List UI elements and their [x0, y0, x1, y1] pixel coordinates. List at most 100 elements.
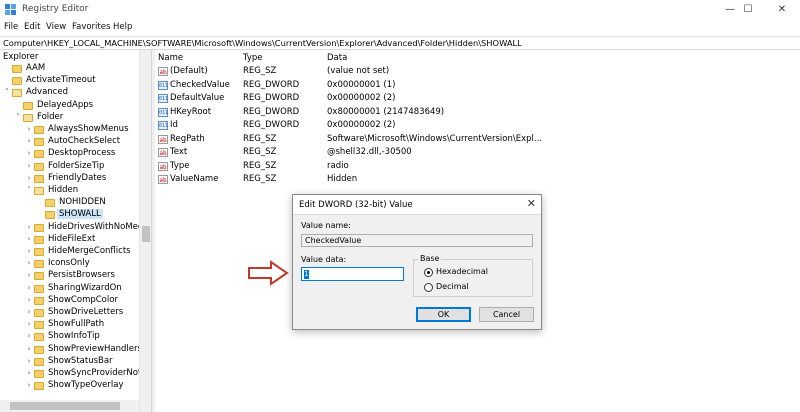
tree-node-label[interactable]: ShowPreviewHandlers: [46, 344, 144, 354]
expand-chevron-icon[interactable]: ›: [25, 174, 33, 182]
value-row[interactable]: ab RegPath REG_SZ Software\Microsoft\Window…: [155, 133, 800, 146]
value-data-input[interactable]: 1: [301, 267, 404, 281]
close-button[interactable]: ✕: [764, 0, 800, 20]
expand-chevron-icon[interactable]: ›: [25, 223, 33, 231]
expand-chevron-icon[interactable]: ›: [25, 284, 33, 292]
tree-node[interactable]: › ShowSyncProviderNotificat: [0, 368, 151, 380]
tree-node[interactable]: › AlwaysShowMenus: [0, 124, 139, 136]
decimal-radio[interactable]: [424, 283, 433, 292]
tree-node[interactable]: › ShowInfoTip: [0, 331, 139, 343]
expand-chevron-icon[interactable]: ›: [25, 235, 33, 243]
tree-node[interactable]: ˅ Folder: [0, 112, 139, 124]
tree-node-label[interactable]: DelayedApps: [35, 100, 95, 110]
tree-node-label[interactable]: FolderSizeTip: [46, 161, 106, 171]
value-name[interactable]: Id: [170, 120, 178, 130]
tree-node-label[interactable]: NOHIDDEN: [57, 197, 108, 207]
expand-chevron-icon[interactable]: ›: [25, 381, 33, 389]
tree-node-label[interactable]: ShowInfoTip: [46, 331, 102, 341]
column-header-type[interactable]: Type: [243, 53, 263, 63]
value-row[interactable]: ab Type REG_SZ radio: [155, 160, 800, 173]
expand-chevron-icon[interactable]: ›: [25, 320, 33, 328]
tree-node-label[interactable]: AlwaysShowMenus: [46, 124, 131, 134]
value-name[interactable]: CheckedValue: [170, 80, 230, 90]
cancel-button[interactable]: Cancel: [479, 307, 534, 322]
tree-vertical-scrollbar[interactable]: [139, 50, 151, 412]
value-row[interactable]: 011 HKeyRoot REG_DWORD 0x80000001 (21474836…: [155, 106, 800, 119]
collapse-chevron-icon[interactable]: ˅: [25, 186, 33, 194]
tree-node-label[interactable]: SharingWizardOn: [46, 283, 124, 293]
tree-node-label[interactable]: Advanced: [24, 87, 70, 97]
tree-node[interactable]: › SharingWizardOn: [0, 283, 139, 295]
tree-node-label[interactable]: ShowSyncProviderNotificat: [46, 368, 151, 378]
tree-node-label[interactable]: Hidden: [46, 185, 80, 195]
expand-chevron-icon[interactable]: ›: [25, 247, 33, 255]
expand-chevron-icon[interactable]: ›: [25, 369, 33, 377]
column-header-data[interactable]: Data: [327, 53, 347, 63]
tree-node[interactable]: › ShowFullPath: [0, 319, 139, 331]
expand-chevron-icon[interactable]: ›: [25, 332, 33, 340]
key-tree[interactable]: Explorer AAM ActivateTimeout ˅ Advanced Dela…: [0, 50, 151, 412]
tree-node-label[interactable]: ShowStatusBar: [46, 356, 115, 366]
tree-node[interactable]: › PersistBrowsers: [0, 270, 139, 282]
expand-chevron-icon[interactable]: ›: [25, 296, 33, 304]
expand-chevron-icon[interactable]: ›: [25, 259, 33, 267]
tree-node-label[interactable]: Folder: [35, 112, 65, 122]
column-header-name[interactable]: Name: [158, 53, 183, 63]
tree-node-label[interactable]: ShowCompColor: [46, 295, 120, 305]
tree-node[interactable]: DelayedApps: [0, 100, 139, 112]
value-row[interactable]: 011 Id REG_DWORD 0x00000002 (2): [155, 119, 800, 132]
value-data-text[interactable]: 1: [304, 270, 309, 279]
tree-node-label[interactable]: HideMergeConflicts: [46, 246, 133, 256]
value-name[interactable]: (Default): [170, 66, 208, 76]
tree-node[interactable]: AAM: [0, 63, 139, 75]
menu-help[interactable]: Help: [113, 22, 132, 32]
expand-chevron-icon[interactable]: ›: [25, 345, 33, 353]
value-name[interactable]: HKeyRoot: [170, 107, 211, 117]
menu-favorites[interactable]: Favorites: [72, 22, 110, 32]
hexadecimal-label[interactable]: Hexadecimal: [436, 267, 488, 276]
tree-node[interactable]: › HideDrivesWithNoMedia: [0, 222, 151, 234]
tree-node-label[interactable]: AutoCheckSelect: [46, 136, 122, 146]
tree-node[interactable]: ActivateTimeout: [0, 75, 139, 87]
tree-node[interactable]: ˅ Advanced: [0, 87, 139, 99]
tree-node-label[interactable]: DesktopProcess: [46, 148, 117, 158]
menu-view[interactable]: View: [46, 22, 66, 32]
collapse-chevron-icon[interactable]: ˅: [3, 88, 11, 96]
expand-chevron-icon[interactable]: ›: [25, 357, 33, 365]
tree-node-label[interactable]: ShowFullPath: [46, 319, 106, 329]
maximize-button[interactable]: ☐: [730, 0, 766, 20]
dialog-close-icon[interactable]: ✕: [527, 197, 536, 210]
tree-node[interactable]: › DesktopProcess: [0, 148, 139, 160]
tree-node[interactable]: SHOWALL: [0, 209, 139, 221]
tree-node[interactable]: › ShowPreviewHandlers: [0, 344, 142, 356]
expand-chevron-icon[interactable]: ›: [25, 149, 33, 157]
tree-node-label[interactable]: HideFileExt: [46, 234, 97, 244]
expand-chevron-icon[interactable]: ›: [25, 125, 33, 133]
tree-node-label[interactable]: AAM: [24, 63, 47, 73]
tree-node-label[interactable]: IconsOnly: [46, 258, 92, 268]
value-row[interactable]: 011 DefaultValue REG_DWORD 0x00000002 (2): [155, 92, 800, 105]
value-row[interactable]: 011 CheckedValue REG_DWORD 0x00000001 (1): [155, 79, 800, 92]
value-name[interactable]: Type: [170, 161, 190, 171]
tree-node[interactable]: › FolderSizeTip: [0, 161, 139, 173]
tree-horizontal-scrollbar[interactable]: [0, 400, 139, 412]
value-name[interactable]: RegPath: [170, 134, 205, 144]
value-row[interactable]: ab Text REG_SZ @shell32.dll,-30500: [155, 146, 800, 159]
tree-node-label[interactable]: FriendlyDates: [46, 173, 108, 183]
collapse-chevron-icon[interactable]: ˅: [14, 113, 22, 121]
tree-node[interactable]: › HideMergeConflicts: [0, 246, 139, 258]
value-name[interactable]: DefaultValue: [170, 93, 224, 103]
expand-chevron-icon[interactable]: ›: [25, 162, 33, 170]
address-path[interactable]: Computer\HKEY_LOCAL_MACHINE\SOFTWARE\Mic…: [3, 38, 522, 48]
tree-node[interactable]: NOHIDDEN: [0, 197, 139, 209]
tree-node[interactable]: › HideFileExt: [0, 234, 139, 246]
decimal-label[interactable]: Decimal: [436, 282, 469, 291]
tree-node[interactable]: ˅ Hidden: [0, 185, 139, 197]
tree-node-label[interactable]: ShowDriveLetters: [46, 307, 125, 317]
tree-horizontal-scroll-thumb[interactable]: [10, 402, 120, 410]
menu-edit[interactable]: Edit: [24, 22, 40, 32]
value-row[interactable]: ab (Default) REG_SZ (value not set): [155, 65, 800, 78]
expand-chevron-icon[interactable]: ›: [25, 271, 33, 279]
expand-chevron-icon[interactable]: ›: [25, 308, 33, 316]
tree-node-label[interactable]: ActivateTimeout: [24, 75, 98, 85]
